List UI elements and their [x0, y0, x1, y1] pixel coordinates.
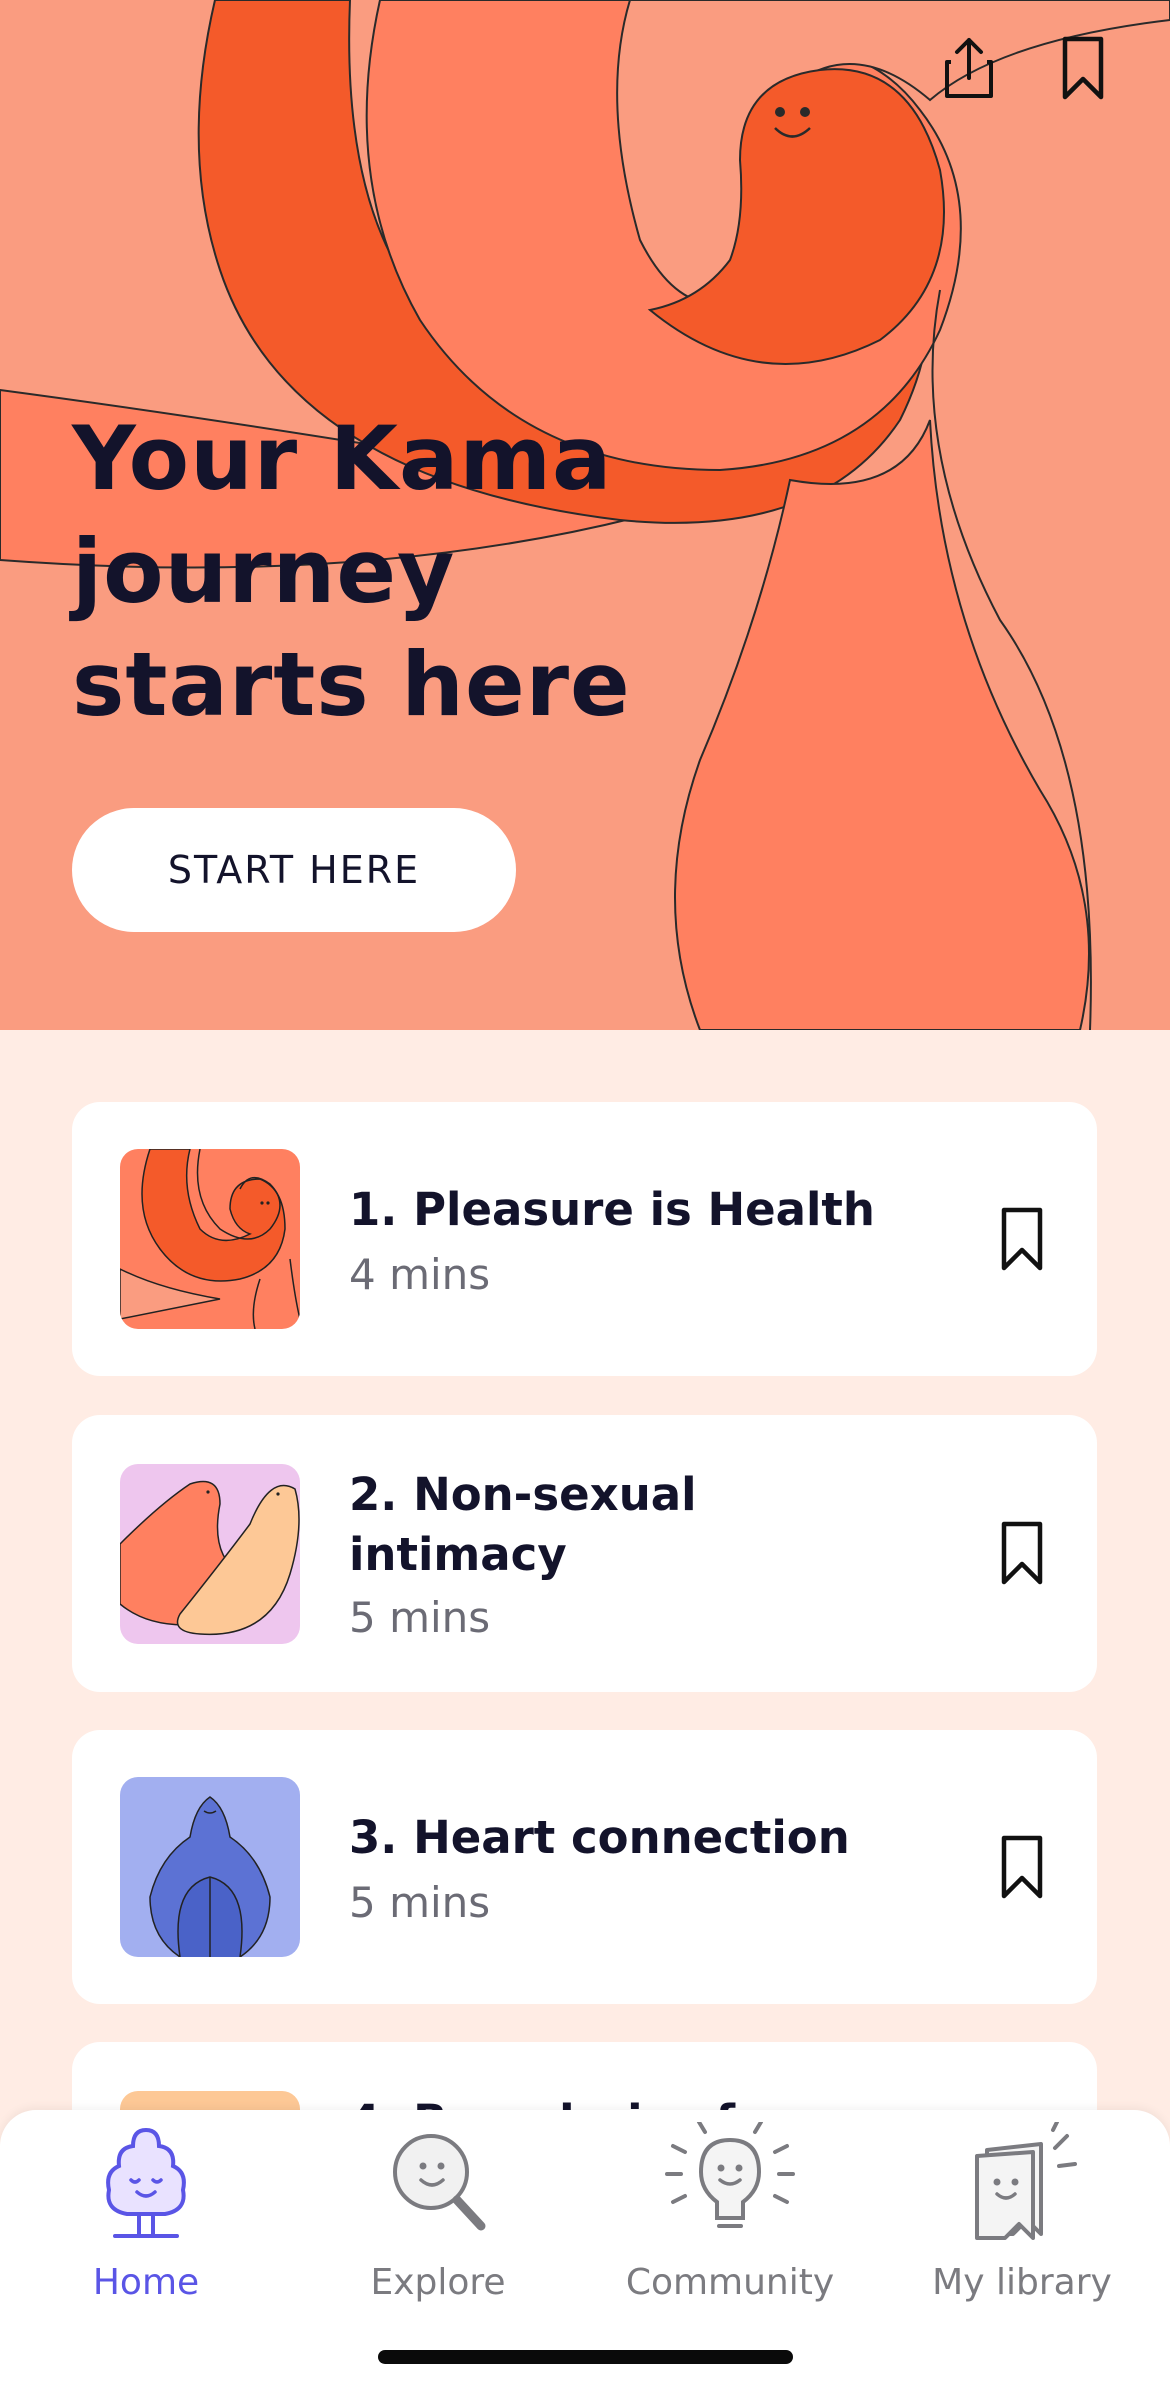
tab-my-library[interactable]: My library — [876, 2110, 1168, 2310]
explore-magnifier-icon — [292, 2122, 584, 2252]
share-button[interactable] — [929, 28, 1009, 108]
lesson-thumbnail-3 — [120, 1777, 300, 1957]
tab-explore-label: Explore — [370, 2262, 506, 2303]
lesson-duration-3: 5 mins — [349, 1878, 491, 1927]
lesson-bookmark-button-1[interactable] — [992, 1199, 1052, 1279]
lesson-thumbnail-2 — [120, 1464, 300, 1644]
tab-community[interactable]: Community — [584, 2110, 876, 2310]
lesson-thumbnail-1 — [120, 1149, 300, 1329]
hero-title-line-3: starts here — [72, 633, 631, 736]
tab-home-label: Home — [92, 2262, 200, 2303]
tab-community-label: Community — [625, 2262, 835, 2303]
swirl-illustration-icon — [120, 1149, 300, 1329]
bookmark-icon — [1001, 1207, 1043, 1271]
bookmark-icon — [1001, 1521, 1043, 1585]
lesson-card-2[interactable]: 2. Non-sexual intimacy 5 mins — [72, 1415, 1097, 1692]
home-indicator[interactable] — [378, 2350, 793, 2364]
community-bulb-icon — [584, 2122, 876, 2252]
hero-title-line-1: Your Kama — [72, 407, 613, 510]
home-tree-icon — [0, 2122, 292, 2252]
hero-title-line-2: journey — [72, 520, 456, 623]
library-book-icon — [876, 2122, 1168, 2252]
hero-bookmark-button[interactable] — [1043, 28, 1123, 108]
lesson-card-3[interactable]: 3. Heart connection 5 mins — [72, 1730, 1097, 2004]
tab-my-library-label: My library — [932, 2262, 1112, 2303]
bookmark-icon — [1001, 1835, 1043, 1899]
tab-explore[interactable]: Explore — [292, 2110, 584, 2310]
hug-illustration-icon — [120, 1464, 300, 1644]
lesson-bookmark-button-3[interactable] — [992, 1827, 1052, 1907]
hero-title: Your Kama journey starts here — [72, 402, 631, 741]
hero-banner: Your Kama journey starts here START HERE — [0, 0, 1170, 1030]
start-here-button[interactable]: START HERE — [72, 808, 516, 932]
lesson-duration-1: 4 mins — [349, 1250, 491, 1299]
tab-home[interactable]: Home — [0, 2110, 292, 2310]
lesson-title-3: 3. Heart connection — [349, 1811, 850, 1864]
bookmark-icon — [1062, 36, 1104, 100]
lesson-bookmark-button-2[interactable] — [992, 1513, 1052, 1593]
lesson-duration-2: 5 mins — [349, 1593, 491, 1642]
lesson-card-1[interactable]: 1. Pleasure is Health 4 mins — [72, 1102, 1097, 1376]
lesson-title-2: 2. Non-sexual intimacy — [349, 1468, 697, 1581]
heart-figure-illustration-icon — [120, 1777, 300, 1957]
share-icon — [945, 38, 993, 98]
lesson-title-1: 1. Pleasure is Health — [349, 1183, 875, 1236]
